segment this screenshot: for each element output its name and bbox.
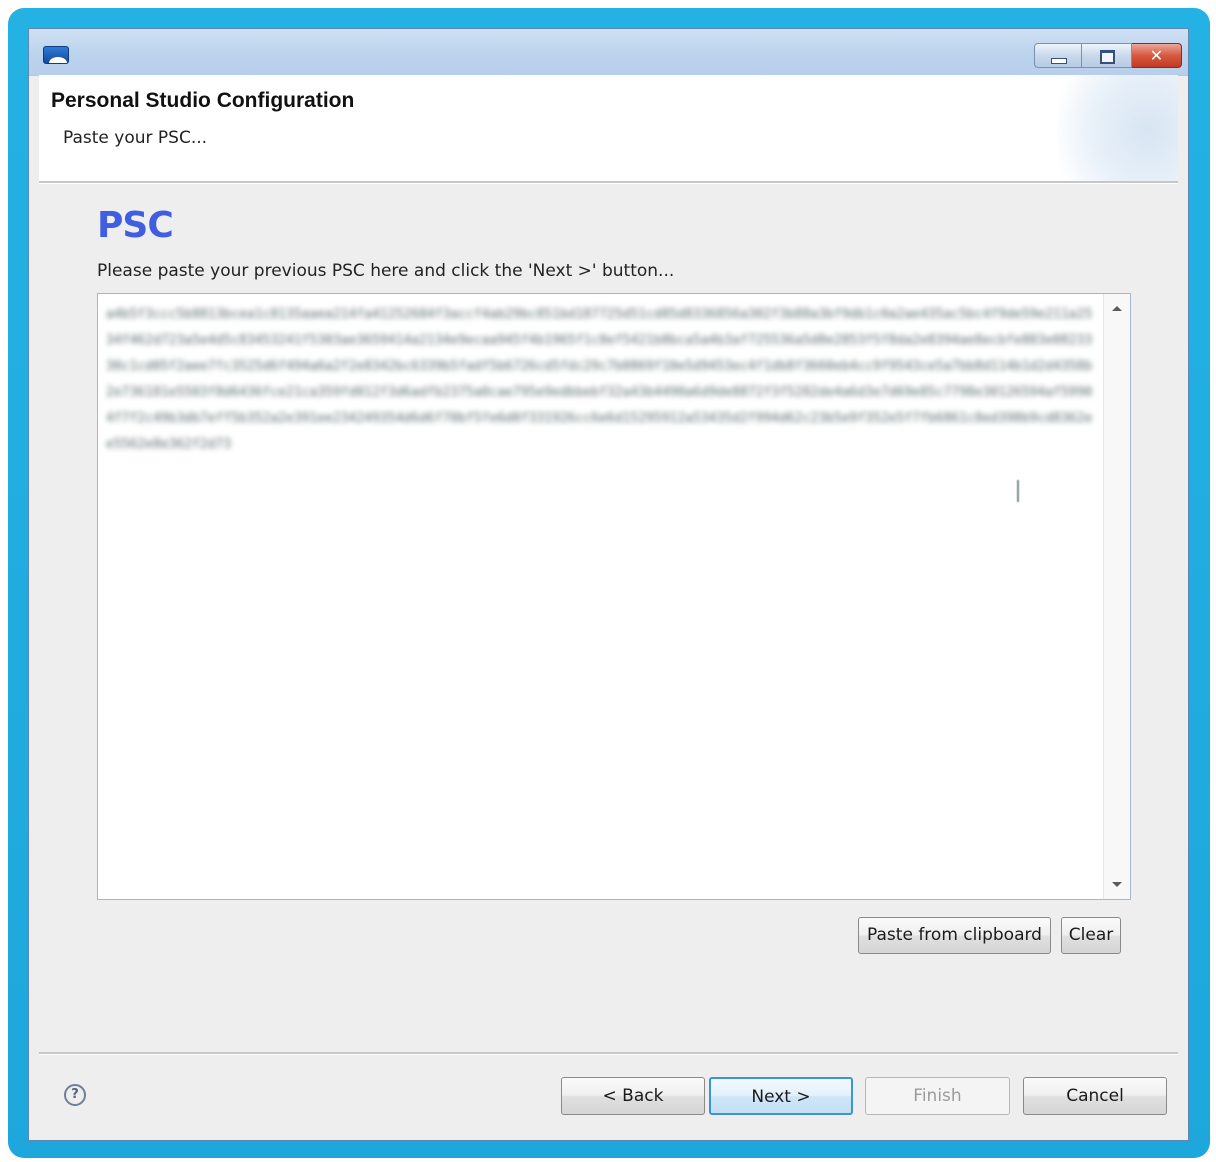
finish-button[interactable]: Finish: [865, 1077, 1010, 1115]
header-divider: [39, 181, 1178, 184]
scroll-up-arrow-icon[interactable]: [1112, 306, 1122, 311]
wizard-header: Personal Studio Configuration Paste your…: [39, 75, 1178, 181]
minimize-icon: [1051, 58, 1067, 64]
paste-from-clipboard-button[interactable]: Paste from clipboard: [858, 917, 1051, 954]
clear-button[interactable]: Clear: [1061, 917, 1121, 954]
help-icon[interactable]: ?: [64, 1084, 86, 1106]
vertical-scrollbar[interactable]: [1103, 294, 1130, 899]
page-title: Personal Studio Configuration: [51, 89, 355, 112]
cancel-button[interactable]: Cancel: [1023, 1077, 1167, 1115]
minimize-button[interactable]: [1034, 43, 1082, 68]
section-title: PSC: [97, 205, 174, 246]
instruction-text: Please paste your previous PSC here and …: [97, 261, 675, 281]
text-caret: [1017, 480, 1019, 502]
title-bar[interactable]: ✕: [29, 29, 1188, 76]
maximize-button[interactable]: [1082, 43, 1132, 68]
close-icon: ✕: [1149, 46, 1164, 65]
page-subtitle: Paste your PSC...: [63, 128, 208, 148]
app-window-icon: [43, 46, 69, 64]
scroll-down-arrow-icon[interactable]: [1112, 882, 1122, 887]
back-button[interactable]: < Back: [561, 1077, 705, 1115]
footer-divider: [39, 1052, 1178, 1055]
maximize-icon: [1100, 50, 1115, 64]
window-controls: ✕: [1034, 43, 1182, 68]
close-button[interactable]: ✕: [1132, 43, 1182, 68]
wizard-window: ✕ Personal Studio Configuration Paste yo…: [28, 28, 1189, 1141]
next-button[interactable]: Next >: [709, 1077, 853, 1115]
psc-textarea[interactable]: a4b5f3ccc5b8813bcea1c8135aaea214fa412526…: [97, 293, 1131, 900]
psc-text-content: a4b5f3ccc5b8813bcea1c8135aaea214fa412526…: [106, 307, 1093, 452]
